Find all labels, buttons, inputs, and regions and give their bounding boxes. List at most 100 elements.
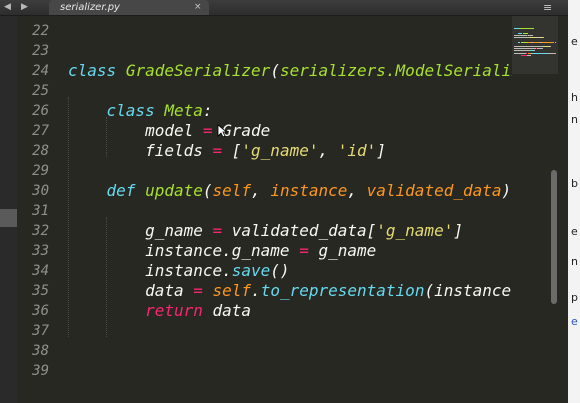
code-token: self — [212, 181, 252, 200]
minimap-viewport[interactable] — [512, 16, 558, 74]
code-token: fields — [68, 141, 213, 160]
line-number: 38 — [32, 343, 49, 359]
line-number: 24 — [32, 63, 49, 79]
code-token: instance — [270, 181, 348, 200]
code-token: 'id' — [337, 141, 377, 160]
code-line[interactable]: 25 — [17, 81, 512, 101]
code-text: data = self.to_representation(instance) — [68, 281, 512, 301]
sidebar-selection-mark — [0, 209, 17, 227]
line-number: 23 — [32, 43, 49, 59]
code-token: ] — [453, 221, 463, 240]
menu-icon[interactable]: ≡ — [543, 1, 552, 14]
code-text: g_name = validated_data['g_name'] — [68, 221, 463, 241]
code-line[interactable]: 22 — [17, 21, 512, 41]
code-line[interactable]: 31 — [17, 201, 512, 221]
minimap-line — [550, 46, 551, 47]
code-token: , — [318, 141, 338, 160]
code-text: model = Grade — [68, 121, 270, 141]
background-window-text: n — [571, 255, 578, 268]
minimap-line — [542, 37, 544, 39]
minimap-line — [527, 35, 533, 36]
code-token: 'g_name' — [376, 221, 454, 240]
minimap-line — [514, 48, 536, 50]
code-text: class Meta: — [68, 101, 213, 121]
code-text: def update(self, instance, validated_dat… — [68, 181, 512, 201]
code-line[interactable]: 36 return data — [17, 301, 512, 321]
minimap-line — [514, 46, 528, 47]
minimap-line — [530, 37, 538, 39]
code-line[interactable]: 33 instance.g_name = g_name — [17, 241, 512, 261]
code-token: = — [212, 141, 223, 160]
line-number: 25 — [32, 83, 49, 99]
code-token: () — [270, 261, 290, 280]
code-token: = — [202, 121, 213, 140]
code-token: , — [347, 181, 367, 200]
mouse-cursor-icon — [217, 124, 227, 138]
tab-forward-arrow-icon[interactable]: ▶ — [21, 1, 28, 14]
code-line[interactable]: 32 g_name = validated_data['g_name'] — [17, 221, 512, 241]
code-token: ] — [376, 141, 386, 160]
minimap-line — [532, 28, 534, 30]
code-token: self — [212, 281, 252, 300]
code-token: instance. — [68, 261, 232, 280]
minimap[interactable] — [512, 16, 566, 403]
code-token: return — [145, 301, 203, 320]
line-number: 31 — [32, 203, 49, 219]
minimap-line — [547, 52, 557, 54]
code-line[interactable]: 37 — [17, 321, 512, 341]
code-line[interactable]: 38 — [17, 341, 512, 361]
tab-bar: ◀ ▶ serializer.py × ≡ — [0, 0, 580, 16]
tab-back-arrow-icon[interactable]: ◀ — [4, 1, 11, 14]
background-window-text: e — [571, 225, 578, 238]
code-token: validated_data — [366, 181, 502, 200]
code-token: : — [202, 101, 213, 120]
minimap-line — [532, 41, 541, 43]
code-text: instance.g_name = g_name — [68, 241, 376, 261]
line-number: 37 — [32, 323, 49, 339]
code-text: fields = ['g_name', 'id'] — [68, 141, 386, 161]
code-token: = — [299, 241, 309, 260]
background-window-text: e — [571, 35, 578, 48]
code-line[interactable]: 35 data = self.to_representation(instanc… — [17, 281, 512, 301]
background-window-text: p — [571, 291, 578, 304]
code-line[interactable]: 30 def update(self, instance, validated_… — [17, 181, 512, 201]
code-line[interactable]: 28 fields = ['g_name', 'id'] — [17, 141, 512, 161]
vertical-scrollbar[interactable] — [551, 170, 557, 304]
close-icon[interactable]: × — [194, 1, 202, 14]
minimap-line — [532, 50, 535, 52]
code-token: Meta — [164, 101, 203, 120]
minimap-line — [514, 28, 519, 30]
code-token: [ — [222, 141, 242, 160]
code-token: data — [202, 301, 252, 320]
code-line[interactable]: 27 model = Grade — [17, 121, 512, 141]
line-number: 36 — [32, 303, 49, 319]
tab-serializer-py[interactable]: serializer.py × — [49, 0, 209, 15]
code-token: update — [145, 181, 203, 200]
code-line[interactable]: 26 class Meta: — [17, 101, 512, 121]
code-line[interactable]: 39 — [17, 361, 512, 381]
code-editor[interactable]: 22 23 24 class GradeSerializer(serializers.… — [17, 16, 512, 403]
code-token: save — [231, 261, 271, 280]
line-number: 29 — [32, 163, 49, 179]
code-token: g_name — [308, 241, 377, 260]
minimap-line — [514, 52, 526, 54]
code-line[interactable]: 34 instance.save() — [17, 261, 512, 281]
minimap-line — [525, 52, 527, 54]
code-line[interactable]: 24 class GradeSerializer(serializers.Mode… — [17, 61, 512, 81]
minimap-line — [526, 54, 532, 56]
code-token: validated_data[ — [222, 221, 377, 240]
minimap-line — [536, 48, 543, 50]
code-line[interactable]: 29 — [17, 161, 512, 181]
code-token: ): — [501, 181, 513, 200]
background-window-text: h — [571, 91, 578, 104]
code-token: serializers.ModelSerializer — [279, 61, 512, 80]
background-window-text: e — [571, 315, 578, 328]
line-number: 30 — [32, 183, 49, 199]
minimap-line — [519, 28, 533, 30]
code-line[interactable]: 23 — [17, 41, 512, 61]
